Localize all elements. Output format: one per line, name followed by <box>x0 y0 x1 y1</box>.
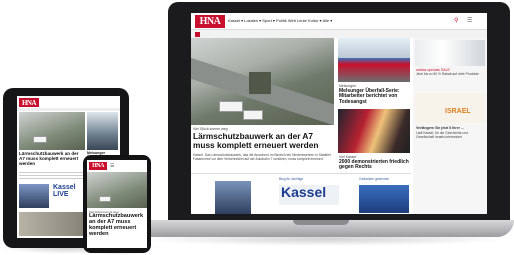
side-story-2-image[interactable] <box>338 109 410 153</box>
tablet-hna-logo[interactable]: HNA <box>19 98 39 107</box>
phone-hero-image[interactable] <box>87 172 147 208</box>
side-story-2-headline[interactable]: 2000 demonstrierten friedlich gegen Rech… <box>339 159 409 171</box>
search-icon[interactable]: ⚲ <box>454 17 458 24</box>
bottom-thumb-1[interactable] <box>215 181 251 214</box>
hero-headline[interactable]: Lärmschutzbauwerk an der A7 muss komplet… <box>193 132 333 150</box>
bottom-divider <box>191 173 411 174</box>
bottom-tab-gedanken[interactable]: Gedanken gewinnen <box>359 177 389 182</box>
tablet-hero-image[interactable] <box>19 112 85 150</box>
main-nav-menu[interactable]: Kassel ▾ Lokales ▾ Sport ▾ Politik Welt … <box>228 18 332 23</box>
bottom-thumb-2[interactable] <box>359 185 409 213</box>
hero-image[interactable] <box>191 38 334 125</box>
tablet-side-image[interactable] <box>87 112 118 150</box>
kassel-banner[interactable]: Kassel <box>279 185 339 205</box>
side-story-1-image[interactable] <box>338 38 410 82</box>
truck <box>219 101 243 112</box>
tablet-story-1-headline[interactable]: Lärmschutzbauwerk an der A7 muss komplet… <box>19 151 85 166</box>
tablet-thumb[interactable] <box>19 184 49 208</box>
tablet-navbar-line <box>17 108 120 111</box>
side-story-1-headline[interactable]: Melsunger Überfall-Serie: Mitarbeiter be… <box>339 88 409 105</box>
ad-text-3[interactable]: Verlängern Sie jetzt 5 Ihrer ... <box>416 126 464 130</box>
ad-image-2[interactable]: ISRAEL <box>415 93 485 123</box>
phone-menu-icon[interactable]: ☰ <box>110 163 114 169</box>
ad-image-1[interactable] <box>415 40 485 66</box>
truck <box>33 136 47 143</box>
phone-headline[interactable]: Lärmschutzbauwerk an der A7 muss komplet… <box>89 213 145 237</box>
truck <box>243 110 263 120</box>
ad-text-4: Lädt Kassel, für die Geschichte und Gese… <box>416 131 469 139</box>
tablet-kassel-live[interactable]: Kassel LIVE <box>53 184 76 199</box>
phone-screen: HNA ☰ Viel Glück kommt weg Lärmschutzbau… <box>87 160 147 248</box>
hna-logo[interactable]: HNA <box>195 15 225 28</box>
israel-ad-label: ISRAEL <box>445 108 471 115</box>
ad-column: adidas specials SALE Jetzt bis zu 50 % R… <box>413 38 487 214</box>
hero-teaser: Kassel. Das Lärmschutzbauwerk, das die A… <box>193 153 331 161</box>
tablet-lines <box>19 172 85 180</box>
site-navbar: HNA Kassel ▾ Lokales ▾ Sport ▾ Politik W… <box>191 13 487 30</box>
laptop-screen: HNA Kassel ▾ Lokales ▾ Sport ▾ Politik W… <box>191 13 487 214</box>
noise-barrier <box>249 72 271 94</box>
ad-text-2: Jetzt bis zu 50 % Rabatt auf viele Produ… <box>416 72 479 76</box>
laptop-base-notch <box>293 220 349 225</box>
bottom-tab-blog[interactable]: Blog für wichtige <box>279 177 303 182</box>
phone-hna-logo[interactable]: HNA <box>89 162 107 170</box>
sub-navigation: Top Themen FIFA Modul Sommer Wahlzeit So… <box>191 30 487 54</box>
menu-icon[interactable]: ☰ <box>467 17 472 24</box>
truck <box>99 196 111 202</box>
home-icon[interactable] <box>195 31 200 37</box>
